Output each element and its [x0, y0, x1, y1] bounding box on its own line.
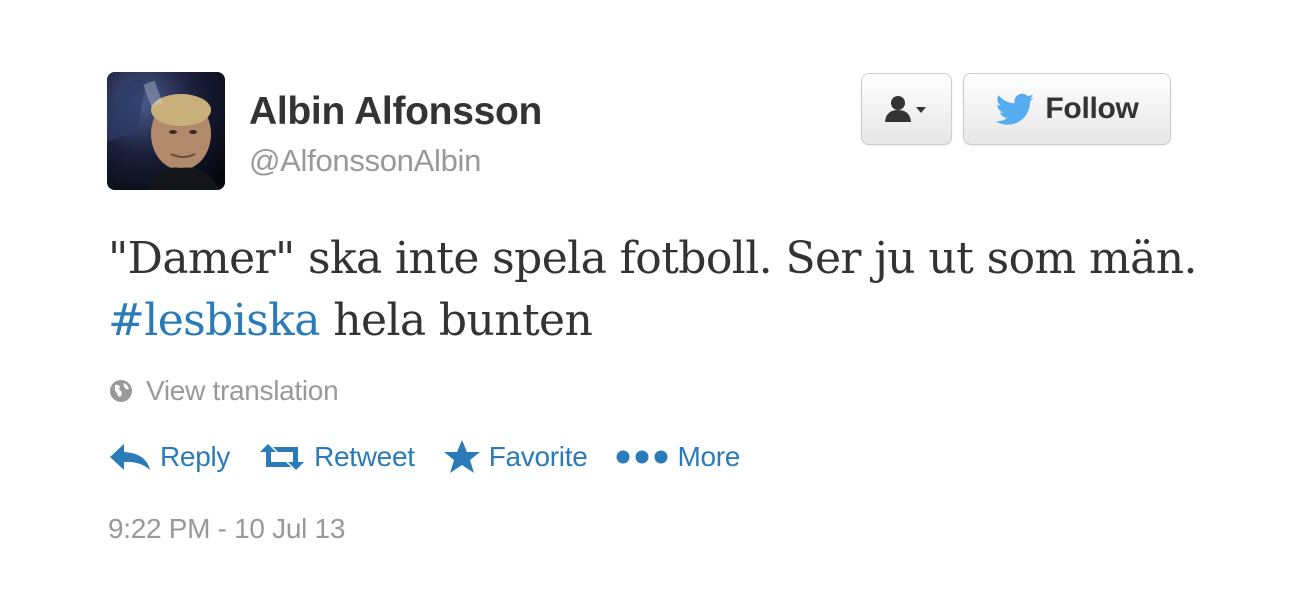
tweet-text: "Damer" ska inte spela fotboll. Ser ju u… [108, 228, 1218, 352]
retweet-icon [260, 444, 305, 470]
tweet-text-part: hela bunten [319, 295, 593, 346]
tweet-text-part: "Damer" ska inte spela fotboll. Ser ju u… [108, 233, 1197, 284]
avatar[interactable] [107, 72, 225, 190]
follow-button[interactable]: Follow [963, 73, 1171, 145]
more-label: More [677, 441, 741, 472]
tweet-timestamp[interactable]: 9:22 PM - 10 Jul 13 [108, 513, 345, 545]
reply-button[interactable]: Reply [108, 441, 230, 473]
more-dots-icon [616, 450, 668, 464]
user-handle[interactable]: @AlfonssonAlbin [249, 143, 481, 179]
reply-icon [110, 444, 150, 470]
follow-button-label: Follow [1045, 92, 1139, 125]
user-display-name[interactable]: Albin Alfonsson [249, 90, 542, 134]
favorite-button[interactable]: Favorite [443, 439, 588, 475]
retweet-button[interactable]: Retweet [258, 441, 415, 473]
more-button[interactable]: More [615, 441, 740, 473]
twitter-bird-icon [996, 93, 1035, 125]
avatar-image [107, 72, 225, 190]
retweet-label: Retweet [314, 441, 415, 472]
hashtag-link[interactable]: #lesbiska [108, 295, 320, 346]
favorite-star-icon [443, 440, 480, 473]
view-translation-link[interactable]: View translation [108, 375, 339, 407]
globe-icon [108, 378, 134, 404]
tweet-actions: Reply Retweet Favorite More [108, 433, 768, 481]
favorite-label: Favorite [488, 441, 588, 472]
reply-label: Reply [160, 441, 231, 472]
user-actions-dropdown-button[interactable] [861, 73, 952, 145]
user-dropdown-icon [884, 96, 926, 122]
view-translation-label: View translation [146, 375, 339, 406]
